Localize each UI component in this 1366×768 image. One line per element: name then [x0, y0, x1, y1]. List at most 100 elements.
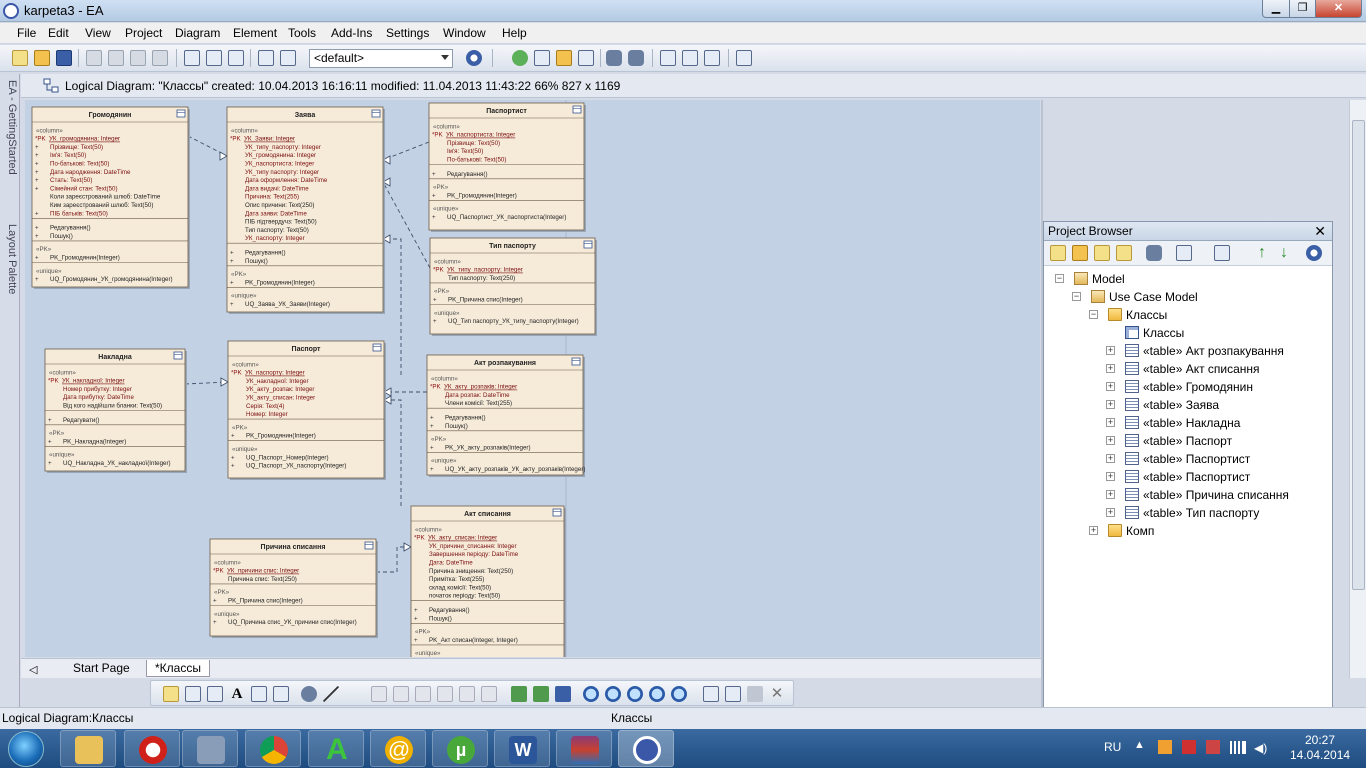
tray-device-icon[interactable]	[1206, 740, 1220, 754]
row-text[interactable]: УК_типу_паспорту: Integer	[245, 144, 321, 151]
row-text[interactable]: Номер: Integer	[246, 411, 288, 418]
view-icon[interactable]	[1214, 245, 1230, 261]
tab-classy[interactable]: *Классы	[146, 660, 210, 677]
tray-app-icon[interactable]	[1158, 740, 1172, 754]
row-text[interactable]: UQ_Накладна_УК_накладної(Integer)	[63, 460, 171, 467]
minimize-button[interactable]: ▁	[1262, 0, 1290, 18]
report-icon[interactable]	[258, 50, 274, 66]
diagram-svg[interactable]: Громодянин«column»*PK УК_громодянина: Int…	[25, 100, 1040, 657]
row-text[interactable]: Дата видачі: DateTime	[245, 185, 309, 192]
row-text[interactable]: PK_Накладна(Integer)	[63, 438, 126, 445]
row-text[interactable]: Завершення періоду: DateTime	[429, 551, 519, 558]
connector-icon[interactable]	[323, 686, 339, 702]
tab-layout-palette[interactable]: Layout Palette	[2, 224, 18, 324]
tree-node[interactable]: − Model	[1055, 270, 1125, 288]
row-text[interactable]: Дата: DateTime	[429, 560, 473, 567]
row-text[interactable]: Примітка: Text(255)	[429, 576, 484, 583]
row-text[interactable]: УК_типу паспорту: Integer	[245, 169, 319, 176]
row-text[interactable]: Пошук()	[445, 423, 468, 430]
new-model-icon[interactable]	[1050, 245, 1066, 261]
tree-node[interactable]: + «table» Паспортист	[1106, 468, 1250, 486]
row-text[interactable]: склад комісії: Text(50)	[429, 584, 491, 591]
save-icon[interactable]	[56, 50, 72, 66]
volume-icon[interactable]: ◀)	[1254, 741, 1268, 755]
row-text[interactable]: UQ_Тип паспорту_УК_типу_паспорту(Integer…	[448, 318, 579, 325]
table-class-2[interactable]: Заява«column»*PK УК_Заяви: IntegerУК_типу…	[226, 106, 385, 314]
language-indicator[interactable]: RU	[1104, 740, 1121, 754]
align-left-icon[interactable]	[371, 686, 387, 702]
row-text[interactable]: Стать: Text(50)	[50, 177, 92, 184]
row-text[interactable]: УК_акту_розпаків: Integer	[444, 384, 517, 391]
properties-icon[interactable]	[725, 686, 741, 702]
expand-icon[interactable]: +	[1106, 508, 1115, 517]
row-text[interactable]: Тип паспорту: Text(50)	[245, 227, 309, 234]
menu-addins[interactable]: Add-Ins	[331, 26, 372, 40]
tree-node[interactable]: + «table» Накладна	[1106, 414, 1240, 432]
hammer-icon[interactable]	[747, 686, 763, 702]
expand-icon[interactable]: +	[1106, 346, 1115, 355]
tab-nav-left-icon[interactable]: ◁	[29, 663, 37, 676]
forward-icon[interactable]	[533, 686, 549, 702]
maximize-button[interactable]: ❐	[1289, 0, 1316, 18]
taskbar-utorrent[interactable]: µ	[432, 730, 488, 767]
taskbar-explorer[interactable]	[60, 730, 116, 767]
menu-project[interactable]: Project	[125, 26, 162, 40]
row-text[interactable]: УК_причини_списання: Integer	[429, 543, 517, 550]
row-text[interactable]: UQ_Заява_УК_Заяви(Integer)	[245, 301, 330, 308]
align-bottom-icon[interactable]	[437, 686, 453, 702]
menu-window[interactable]: Window	[443, 26, 486, 40]
paste-icon[interactable]	[108, 50, 124, 66]
menu-settings[interactable]: Settings	[386, 26, 429, 40]
redo-icon[interactable]	[152, 50, 168, 66]
collapse-icon[interactable]: −	[1055, 274, 1064, 283]
row-text[interactable]: PK_Причина спис(Integer)	[228, 598, 303, 605]
row-text[interactable]: UQ_Громодянин_УК_громодянина(Integer)	[50, 276, 173, 283]
table-class-5[interactable]: Накладна «column» *PK УК_накладної: Integer…	[44, 348, 187, 473]
row-text[interactable]: PK_Громодянин(Integer)	[447, 192, 517, 199]
delete-icon[interactable]: ✕	[769, 686, 785, 702]
row-text[interactable]: УК_паспорту: Integer	[245, 235, 305, 242]
row-text[interactable]: Сімейний стан: Text(50)	[50, 185, 118, 192]
row-text[interactable]: УК_акту_списан: Integer	[428, 535, 497, 542]
tree-node[interactable]: − Use Case Model	[1072, 288, 1198, 306]
row-text[interactable]: UQ_Паспортист_УК_паспортиста(Integer)	[447, 214, 566, 221]
close-icon[interactable]: ✕	[1314, 223, 1326, 240]
row-text[interactable]: Причина: Text(255)	[245, 194, 299, 201]
expand-icon[interactable]: +	[1106, 454, 1115, 463]
expand-icon[interactable]: +	[1106, 472, 1115, 481]
row-text[interactable]: УК_громодянина: Integer	[245, 152, 316, 159]
row-text[interactable]: Причина знищення: Text(250)	[429, 568, 513, 575]
row-text[interactable]: ПІБ батьків: Text(50)	[50, 210, 108, 217]
row-text[interactable]: Прізвище: Text(50)	[447, 140, 500, 147]
align-right-icon[interactable]	[393, 686, 409, 702]
taskbar-mail[interactable]: @	[370, 730, 426, 767]
clock[interactable]: 20:27 14.04.2014	[1290, 733, 1350, 763]
copy-icon[interactable]	[86, 50, 102, 66]
table-class-1[interactable]: Громодянин «column» *PK УК_громодянина: Int…	[31, 106, 190, 289]
row-text[interactable]: Редагування()	[245, 250, 286, 257]
row-text[interactable]: Коли зареєстрований шлюб: DateTime	[50, 194, 161, 201]
rtf-icon[interactable]	[280, 50, 296, 66]
taskbar-word[interactable]: W	[494, 730, 550, 767]
row-text[interactable]: Пошук()	[245, 258, 268, 265]
row-text[interactable]: UQ_Причина спис_УК_причини спис(Integer)	[228, 619, 357, 626]
print-preview-icon[interactable]	[184, 50, 200, 66]
row-text[interactable]: УК_Заяви: Integer	[244, 136, 295, 143]
new-diagram-icon[interactable]	[1094, 245, 1110, 261]
row-text[interactable]: початок періоду: Text(50)	[429, 593, 500, 600]
menu-help[interactable]: Help	[502, 26, 527, 40]
same-width-icon[interactable]	[459, 686, 475, 702]
menu-edit[interactable]: Edit	[48, 26, 69, 40]
menu-view[interactable]: View	[85, 26, 111, 40]
table-class-8[interactable]: Причина списання «column» *PK УК_причини сп…	[209, 538, 378, 638]
menu-diagram[interactable]: Diagram	[175, 26, 220, 40]
zoom-100-icon[interactable]	[627, 686, 643, 702]
chevron-down-icon[interactable]	[441, 55, 449, 60]
row-text[interactable]: PK_Причина спис(Integer)	[448, 297, 523, 304]
scroll-thumb[interactable]	[1352, 120, 1365, 590]
move-down-icon[interactable]: ↓	[1276, 245, 1292, 261]
menu-element[interactable]: Element	[233, 26, 277, 40]
zoom-page-icon[interactable]	[671, 686, 687, 702]
row-text[interactable]: UQ_УК_акту_розпаків_УК_акту_розпаків(Int…	[445, 466, 585, 473]
row-text[interactable]: ПІБ підтвердучз: Text(50)	[245, 219, 317, 226]
